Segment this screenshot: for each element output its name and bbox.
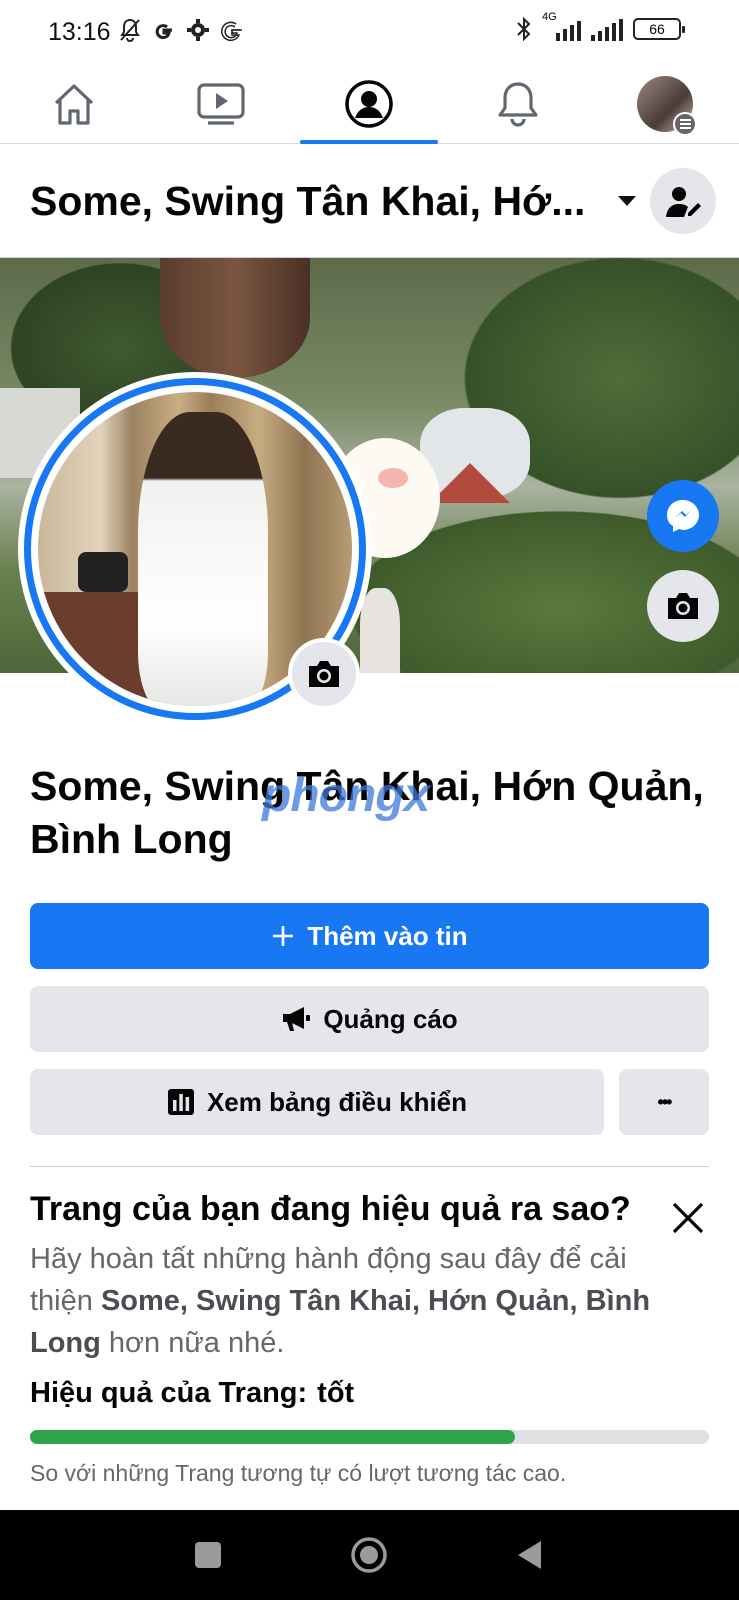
cover-person (360, 588, 400, 673)
person-edit-icon (666, 187, 701, 217)
performance-status: Hiệu quả của Trang: tốt (30, 1377, 354, 1410)
close-icon[interactable] (668, 1198, 708, 1238)
cellular-signal (591, 17, 623, 41)
more-options-label: ••• (657, 1091, 673, 1112)
home-icon (54, 84, 94, 125)
google-outline-icon (221, 21, 242, 42)
mute-bell-icon (120, 18, 140, 42)
google-icon (155, 24, 172, 40)
performance-status-label: Hiệu quả của Trang: (30, 1377, 308, 1409)
cellular-4g: 4G (542, 11, 581, 41)
status-left-icons (118, 17, 244, 43)
camera-icon (668, 593, 698, 619)
plus-icon (273, 926, 294, 946)
gear-icon (187, 19, 209, 41)
performance-note: So với những Trang tương tự có lượt tươn… (30, 1460, 567, 1486)
square-icon (195, 1542, 221, 1568)
cover-camera-button[interactable] (647, 570, 719, 642)
network-type: 4G (542, 11, 557, 23)
back-triangle-icon (518, 1541, 541, 1569)
bell-icon (498, 82, 538, 127)
ads-button[interactable]: Quảng cáo (30, 986, 709, 1052)
nav-watch[interactable] (151, 64, 291, 144)
nav-home[interactable] (4, 64, 144, 144)
megaphone-icon (283, 1007, 311, 1031)
performance-title: Trang của bạn đang hiệu quả ra sao? (30, 1190, 631, 1228)
home-button[interactable] (344, 1530, 394, 1580)
add-to-story-label: Thêm vào tin (307, 920, 468, 951)
cover-tree-trunk (160, 258, 310, 378)
ads-label: Quảng cáo (323, 1003, 458, 1034)
back-button[interactable] (505, 1530, 555, 1580)
menu-icon (673, 112, 697, 136)
view-dashboard-label: Xem bảng điều khiển (206, 1086, 468, 1117)
messenger-button[interactable] (647, 480, 719, 552)
profile-pic-person (138, 412, 268, 706)
top-nav (0, 64, 739, 144)
performance-status-value: tốt (317, 1377, 355, 1409)
menu-avatar (637, 76, 697, 136)
nav-menu[interactable] (595, 64, 735, 144)
bluetooth-icon (517, 16, 531, 42)
status-time: 13:16 (48, 18, 111, 46)
status-right-icons: 4G 66 (516, 11, 685, 42)
camera-icon (309, 661, 339, 687)
messenger-icon (667, 500, 699, 532)
profile-pic-bag (78, 552, 128, 592)
circle-home-icon (351, 1537, 387, 1573)
view-dashboard-button[interactable]: Xem bảng điều khiển (30, 1069, 604, 1135)
performance-desc-suffix: hơn nữa nhé. (100, 1327, 285, 1359)
battery-indicator: 66 (633, 18, 685, 40)
nav-notifications[interactable] (448, 64, 588, 144)
performance-progress-fill (30, 1430, 516, 1444)
page-header-title[interactable]: Some, Swing Tân Khai, Hớ... (30, 178, 590, 225)
add-to-story-button[interactable]: Thêm vào tin (30, 903, 709, 969)
chevron-down-icon[interactable] (618, 196, 636, 206)
nav-profile[interactable] (299, 64, 439, 144)
section-divider (30, 1166, 709, 1167)
dashboard-icon (167, 1089, 194, 1115)
android-nav-bar (0, 1510, 739, 1600)
page-header: Some, Swing Tân Khai, Hớ... (0, 144, 739, 258)
video-icon (197, 83, 245, 125)
edit-page-button[interactable] (650, 168, 716, 234)
status-bar: 13:16 4G 66 (0, 0, 739, 64)
watermark: phongx (262, 769, 430, 822)
profile-camera-button[interactable] (288, 638, 360, 710)
performance-description: Hãy hoàn tất những hành động sau đây để … (30, 1238, 690, 1364)
recents-button[interactable] (183, 1530, 233, 1580)
profile-icon (345, 80, 393, 128)
performance-progress-bar (30, 1430, 709, 1444)
more-options-button[interactable]: ••• (619, 1069, 709, 1135)
